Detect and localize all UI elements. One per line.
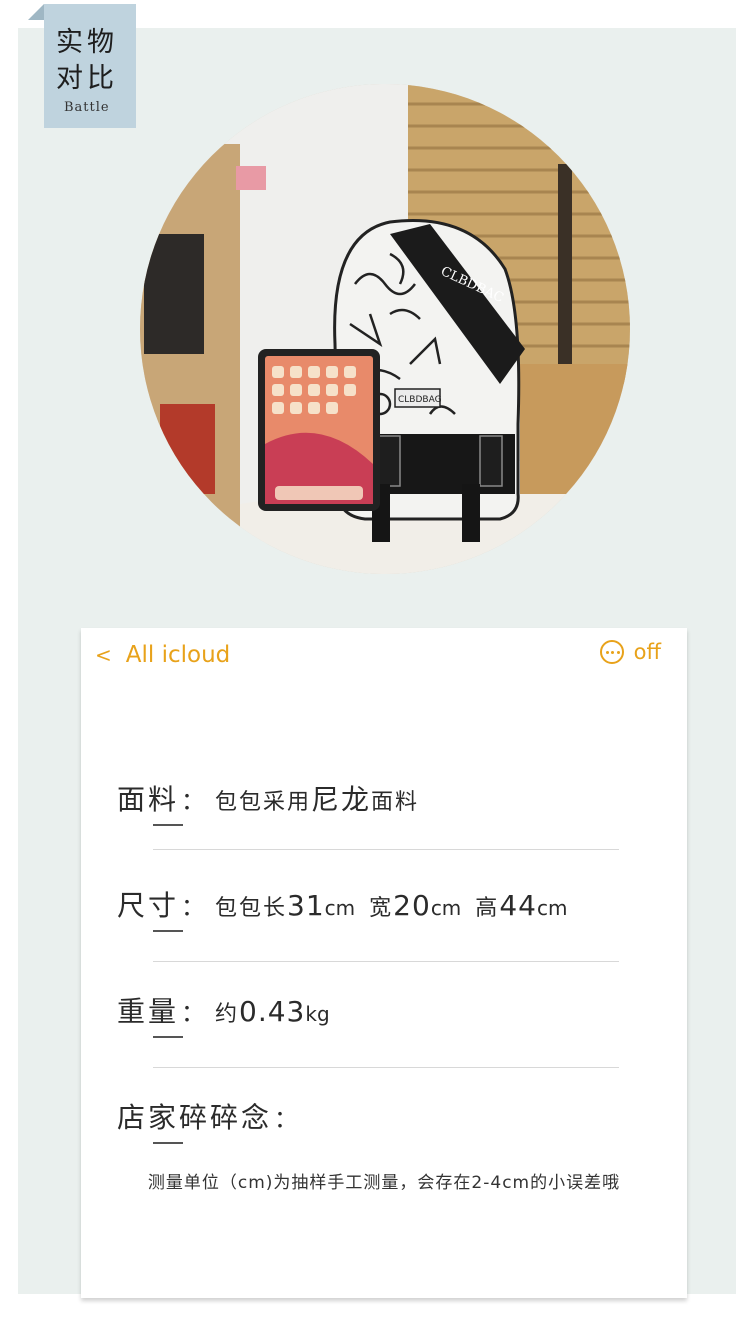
product-photo: CLBDBAC CLBDBAG — [140, 84, 630, 574]
weight-label: 重量 — [117, 990, 183, 1038]
tag-subtitle: Battle — [64, 100, 110, 115]
info-card: < All icloud off 面料 ： 包包采用 尼龙 面料 尺寸 ： 包包… — [81, 628, 687, 1298]
size-row: 尺寸 ： 包包长 31 cm 宽 20 cm 高 44 cm — [117, 884, 581, 932]
material-row: 面料 ： 包包采用 尼龙 面料 — [117, 778, 420, 826]
material-suffix: 面料 — [371, 790, 420, 815]
size-length-unit: cm — [324, 896, 356, 920]
back-label: All icloud — [125, 642, 231, 668]
tag-title-line2: 对比 — [56, 63, 118, 94]
weight-sep: ： — [181, 999, 206, 1027]
more-options[interactable]: off — [599, 640, 661, 664]
size-width-label: 宽 — [369, 896, 394, 921]
divider — [153, 1067, 619, 1068]
tag-title-line1: 实物 — [56, 27, 118, 58]
more-icon[interactable] — [599, 640, 624, 664]
material-prefix: 包包采用 — [215, 790, 312, 815]
weight-value: 0.43 — [239, 995, 306, 1028]
notes-row: 店家碎碎念 ： — [117, 1096, 308, 1144]
material-highlight: 尼龙 — [311, 783, 372, 816]
divider — [153, 849, 619, 850]
notes-label: 店家碎碎念 — [117, 1096, 272, 1144]
size-height-unit: cm — [536, 896, 568, 920]
size-height-label: 高 — [475, 896, 500, 921]
size-width-unit: cm — [430, 896, 462, 920]
off-label: off — [633, 640, 661, 664]
size-width: 20 — [393, 889, 431, 922]
size-prefix: 包包长 — [215, 896, 288, 921]
weight-unit: kg — [305, 1002, 330, 1026]
section-tag: 实物 对比 Battle — [44, 4, 136, 128]
size-height: 44 — [499, 889, 537, 922]
weight-row: 重量 ： 约 0.43 kg — [117, 990, 344, 1038]
size-label: 尺寸 — [117, 884, 183, 932]
product-photo-illustration: CLBDBAC CLBDBAG — [140, 84, 630, 574]
back-link[interactable]: < All icloud — [95, 642, 230, 668]
weight-prefix: 约 — [215, 1002, 240, 1027]
size-length: 31 — [287, 889, 325, 922]
divider — [153, 961, 619, 962]
material-sep: ： — [181, 787, 206, 815]
notes-text: 测量单位（cm)为抽样手工测量，会存在2-4cm的小误差哦 — [147, 1173, 621, 1193]
chevron-left-icon: < — [95, 643, 112, 667]
notes-sep: ： — [274, 1105, 299, 1133]
backpack-patch-text: CLBDBAG — [398, 395, 442, 405]
size-sep: ： — [181, 893, 206, 921]
material-label: 面料 — [117, 778, 183, 826]
tag-fold — [28, 4, 44, 20]
